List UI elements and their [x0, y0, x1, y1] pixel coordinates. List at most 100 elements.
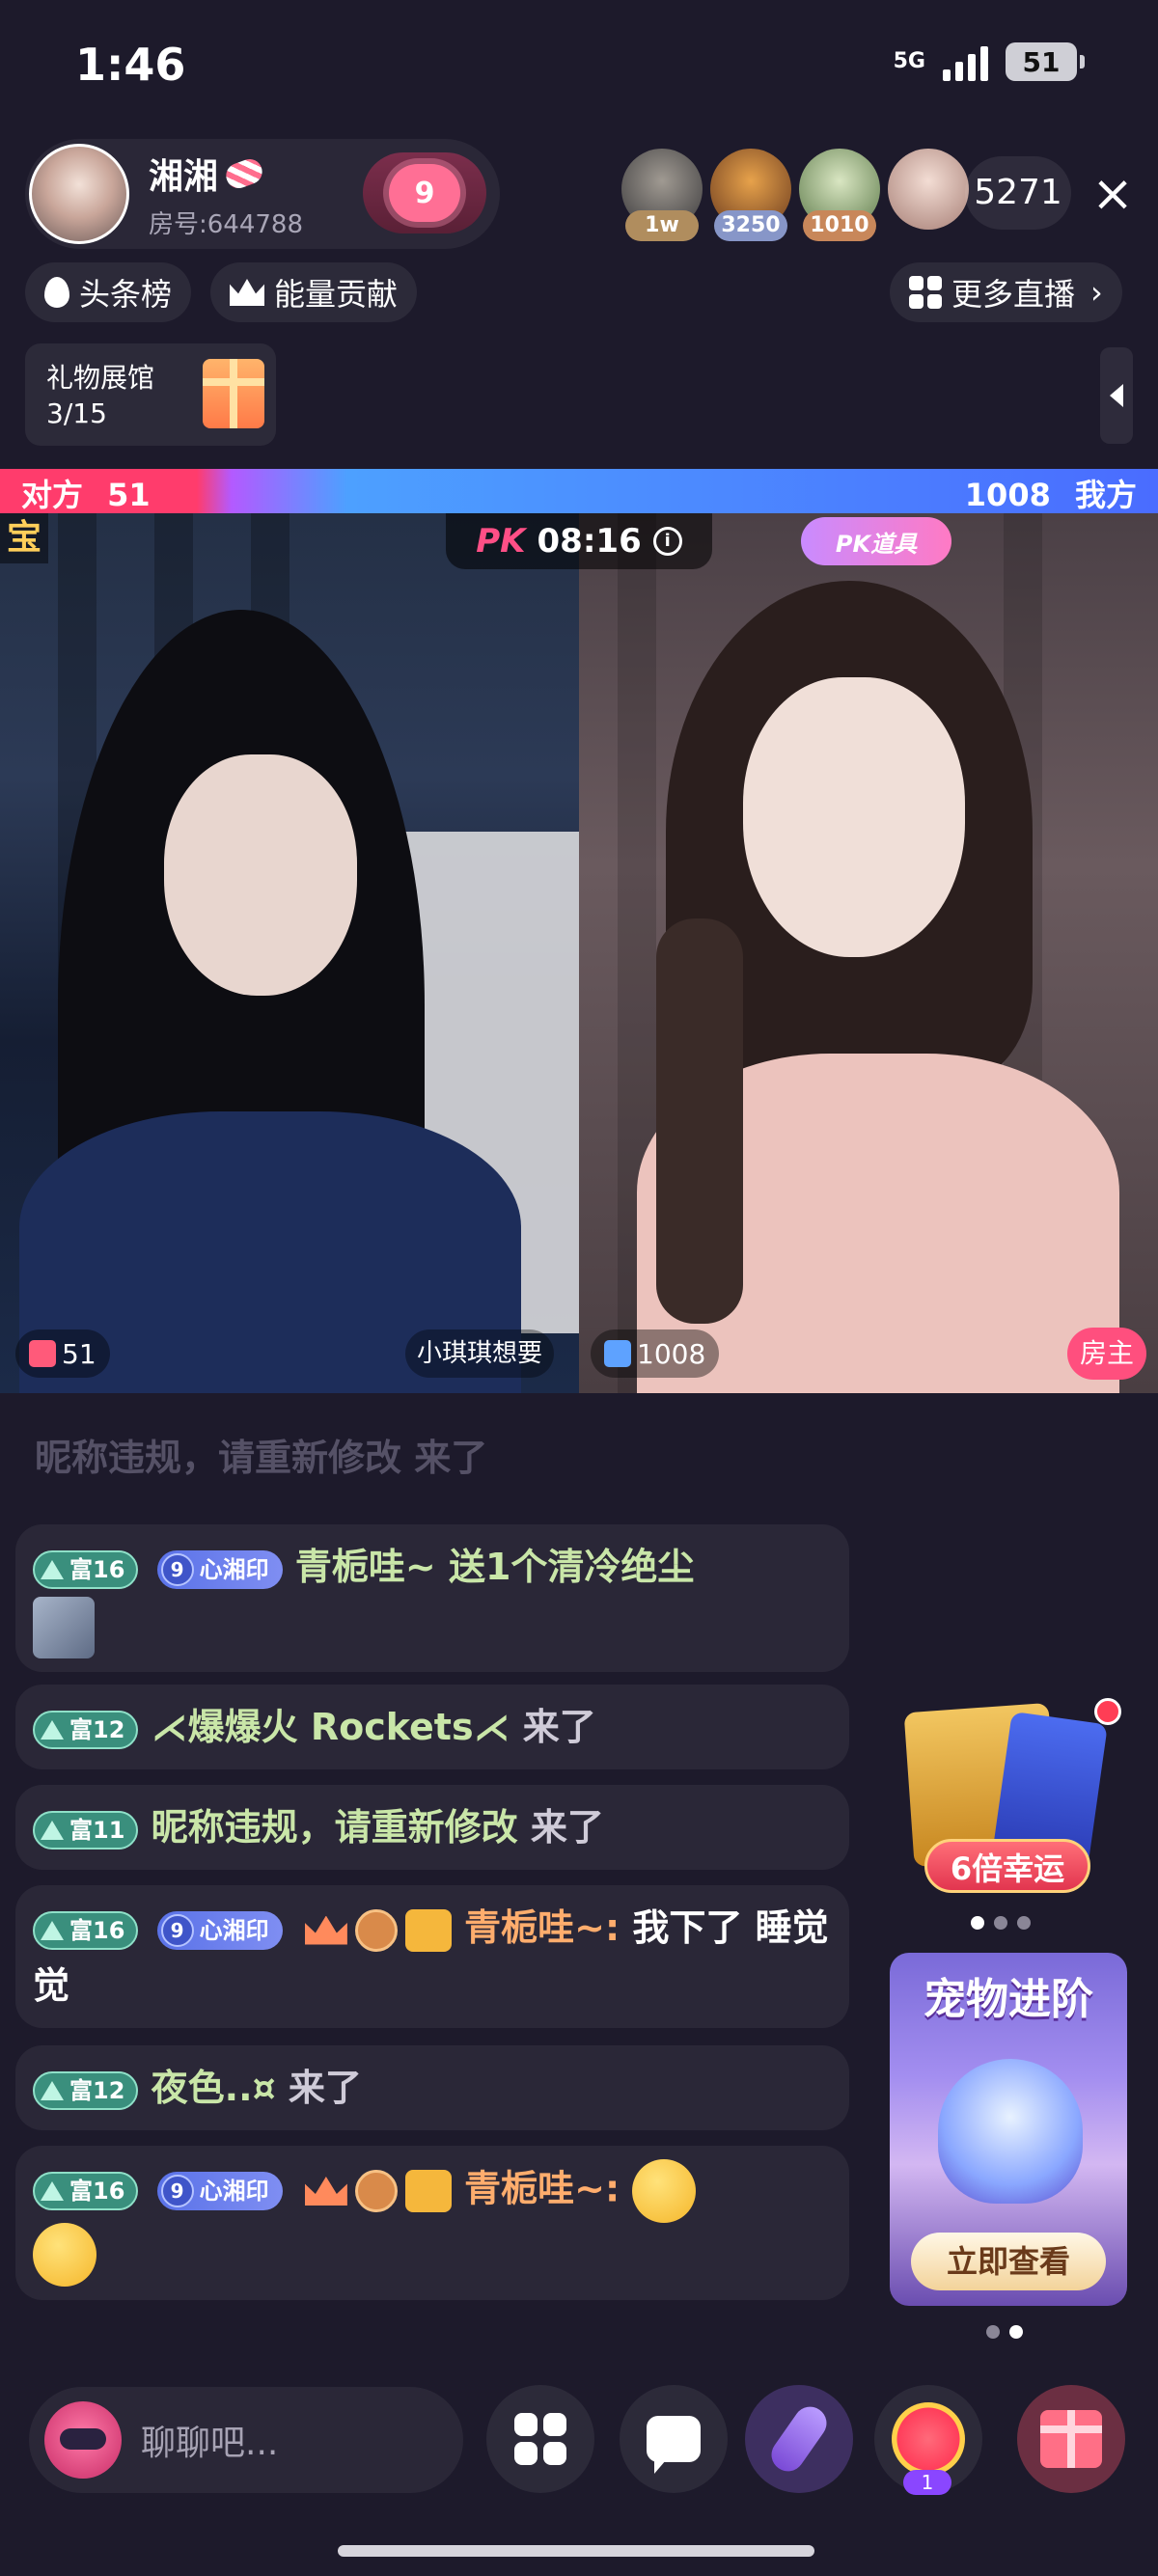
- chat-faded-message: 昵称违规，请重新修改 来了: [35, 1437, 488, 1479]
- own-gift-score: 1008: [591, 1329, 720, 1378]
- wealth-level-badge: 富16: [33, 2172, 139, 2210]
- robot-avatar-icon[interactable]: [44, 2401, 122, 2479]
- viewer-count[interactable]: 5271: [965, 156, 1071, 230]
- microphone-button[interactable]: [745, 2385, 853, 2493]
- wealth-level-badge: 富16: [33, 1910, 139, 1950]
- chat-text: 来了: [510, 1706, 596, 1748]
- room-number: 房号:644788: [149, 209, 304, 239]
- fan-seal-badge: 9 心湘印: [156, 1549, 283, 1589]
- opponent-name[interactable]: 小琪琪想要: [405, 1329, 555, 1378]
- energy-contribution-button[interactable]: 能量贡献: [210, 262, 418, 322]
- viewer-avatar[interactable]: 1010: [799, 149, 880, 241]
- message-button[interactable]: [620, 2385, 728, 2493]
- fan-club-button[interactable]: 1: [874, 2385, 982, 2495]
- host-avatar[interactable]: [29, 144, 129, 244]
- pet-banner-title: 宠物进阶: [924, 1975, 1093, 2024]
- medal-icon: [354, 2170, 398, 2212]
- crown-icon: [304, 2177, 347, 2206]
- chat-nickname[interactable]: 青栀哇~: [295, 1546, 436, 1588]
- more-live-button[interactable]: 更多直播 ›: [890, 262, 1122, 322]
- candy-icon: [222, 154, 266, 192]
- gift-button[interactable]: [1017, 2385, 1125, 2493]
- gift-box-icon: [203, 359, 264, 428]
- network-label: 5G: [893, 49, 925, 73]
- chat-message[interactable]: 富12 ⋌爆爆火 Rockets⋌ 来了: [15, 1685, 849, 1769]
- fan-heart-button[interactable]: 9: [363, 152, 486, 233]
- chevron-right-icon: ›: [1090, 274, 1103, 311]
- gift-gallery-title: 礼物展馆: [46, 362, 155, 394]
- lucky-label[interactable]: 6倍幸运: [924, 1839, 1090, 1893]
- pk-own-value: 1008: [964, 477, 1051, 513]
- status-indicators: 5G 51: [893, 42, 1085, 81]
- signal-bars-icon: [943, 42, 988, 81]
- wealth-level-badge: 富11: [33, 1810, 139, 1850]
- host-name: 湘湘: [149, 156, 219, 197]
- pk-opponent-label: 对方: [21, 477, 84, 513]
- pk-opponent-value: 51: [107, 477, 151, 513]
- pet-advance-banner[interactable]: 宠物进阶 立即查看: [890, 1953, 1127, 2306]
- carousel-dots: [986, 2325, 1023, 2339]
- pk-tool-button[interactable]: PK道具: [801, 517, 951, 565]
- chat-nickname[interactable]: 昵称违规，请重新修改: [152, 1806, 518, 1849]
- apps-grid-icon: [514, 2413, 566, 2465]
- gift-gallery-progress: 3/15: [46, 397, 107, 429]
- heart-icon: 9: [389, 164, 460, 222]
- top-viewers: 1w 3250 1010: [621, 149, 969, 241]
- viewer-avatar[interactable]: 3250: [710, 149, 791, 241]
- kiss-emoji-icon: [632, 2159, 697, 2223]
- viewer-avatar[interactable]: 1w: [621, 149, 703, 241]
- triangle-left-icon: [1110, 384, 1123, 407]
- opponent-video[interactable]: [0, 513, 579, 1393]
- more-live-label: 更多直播: [951, 276, 1076, 313]
- chat-nickname[interactable]: ⋌爆爆火 Rockets⋌: [152, 1706, 510, 1748]
- medal-icon: [354, 1908, 398, 1952]
- host-tag: 房主: [1067, 1328, 1146, 1380]
- chat-text: 来了: [275, 2067, 362, 2109]
- chat-message[interactable]: 富16 9 心湘印 青栀哇~ 送1个清冷绝尘: [15, 1524, 849, 1672]
- host-video[interactable]: [579, 513, 1158, 1393]
- opponent-gift-score: 51: [15, 1329, 110, 1378]
- fan-mascot-icon: [892, 2402, 965, 2476]
- viewer-badge: 3250: [714, 210, 787, 241]
- own-gift-value: 1008: [637, 1337, 706, 1370]
- wealth-level-badge: 富16: [33, 1549, 139, 1589]
- chat-message[interactable]: 富12 夜色..¤ 来了: [15, 2045, 849, 2130]
- chat-list[interactable]: 昵称违规，请重新修改 来了 富16 9 心湘印 青栀哇~ 送1个清冷绝尘 富12 …: [15, 1418, 855, 2364]
- chat-message[interactable]: 富16 9 心湘印 青栀哇~:: [15, 2146, 849, 2300]
- chat-input[interactable]: 聊聊吧...: [29, 2387, 463, 2493]
- gift-gallery-card[interactable]: 礼物展馆 3/15: [25, 343, 276, 446]
- pk-timer[interactable]: PK 08:16 i: [446, 513, 712, 569]
- corner-tag: 宝: [0, 513, 48, 563]
- chat-message[interactable]: 富16 9 心湘印 青栀哇~: 我下了 睡觉觉: [15, 1885, 849, 2028]
- viewer-badge: 1w: [625, 210, 699, 241]
- gift-icon: [604, 1340, 631, 1367]
- toplist-button[interactable]: 头条榜: [25, 262, 192, 322]
- chat-nickname[interactable]: 青栀哇~:: [464, 1906, 620, 1949]
- pk-own-label: 我方: [1074, 477, 1137, 513]
- viewer-avatar[interactable]: [888, 149, 969, 230]
- chat-text: 来了: [517, 1806, 604, 1849]
- dragon-image: [938, 2059, 1083, 2204]
- chat-nickname[interactable]: 夜色..¤: [152, 2067, 276, 2109]
- opponent-gift-value: 51: [62, 1337, 96, 1370]
- notification-dot: [1094, 1698, 1121, 1725]
- chat-nickname[interactable]: 青栀哇~:: [464, 2168, 620, 2210]
- pk-timer-value: 08:16: [537, 522, 642, 561]
- pk-tool-label: PK道具: [835, 530, 918, 558]
- chat-input-placeholder: 聊聊吧...: [141, 2424, 279, 2463]
- chat-message[interactable]: 富11 昵称违规，请重新修改 来了: [15, 1785, 849, 1870]
- apps-button[interactable]: [486, 2385, 594, 2493]
- view-now-button[interactable]: 立即查看: [911, 2233, 1106, 2290]
- fan-count-badge: 1: [903, 2470, 951, 2495]
- energy-label: 能量贡献: [274, 276, 399, 313]
- info-icon[interactable]: i: [652, 527, 682, 556]
- status-time: 1:46: [75, 39, 186, 91]
- badge-card-icon: [404, 1908, 452, 1952]
- pk-own-score: 1008 我方: [965, 471, 1137, 515]
- close-button[interactable]: ×: [1079, 160, 1146, 228]
- fan-seal-badge: 9 心湘印: [156, 1910, 283, 1950]
- home-indicator[interactable]: [338, 2545, 814, 2557]
- collapse-panel-button[interactable]: [1100, 347, 1133, 444]
- crown-icon: [230, 279, 264, 306]
- pk-opponent-score: 对方 51: [21, 471, 151, 515]
